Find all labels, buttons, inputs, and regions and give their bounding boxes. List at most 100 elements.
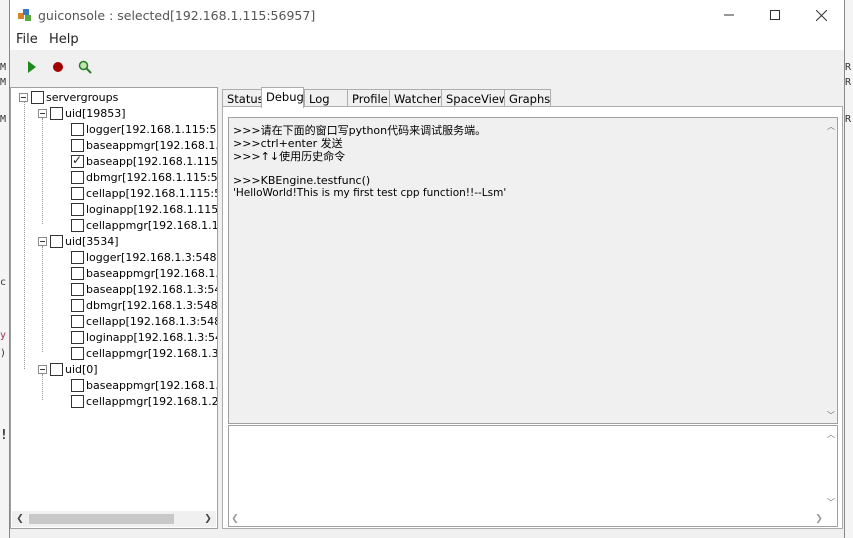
bg-char: R xyxy=(845,62,852,73)
scroll-right-icon[interactable]: ❯ xyxy=(200,511,216,527)
checkbox[interactable] xyxy=(71,394,84,408)
tab-status[interactable]: Status xyxy=(222,89,264,107)
find-button[interactable] xyxy=(77,59,93,75)
tab-debug[interactable]: Debug xyxy=(261,87,304,108)
scroll-down-icon[interactable]: ﹀ xyxy=(826,496,836,508)
tree-item[interactable]: cellapp[192.168.1.115:569 xyxy=(71,185,217,201)
tree-item-label: baseapp[192.168.1.115:56 xyxy=(86,154,218,168)
tree-item[interactable]: baseappmgr[192.168.1.3:5 xyxy=(71,265,217,281)
debug-output-console[interactable]: >>>请在下面的窗口写python代码来调试服务端。 >>>ctrl+enter… xyxy=(228,117,838,424)
checkbox[interactable] xyxy=(31,90,44,104)
checkbox[interactable] xyxy=(71,186,84,200)
scroll-right-icon[interactable]: ❯ xyxy=(813,512,825,526)
background-window-left: M M M c y ) ! xyxy=(0,0,9,538)
bg-char: ! xyxy=(0,428,8,443)
scroll-left-icon[interactable]: ❮ xyxy=(229,512,241,526)
console-line: >>>KBEngine.testfunc() xyxy=(233,174,371,187)
menu-help[interactable]: Help xyxy=(49,32,79,47)
tree-item[interactable]: baseapp[192.168.1.115:56 xyxy=(71,153,218,169)
checkbox[interactable] xyxy=(71,202,84,216)
collapse-icon[interactable] xyxy=(38,108,47,118)
bg-char: M xyxy=(0,62,7,73)
collapse-icon[interactable] xyxy=(38,236,47,246)
scroll-up-icon[interactable]: ︿ xyxy=(826,428,836,440)
bg-char: R xyxy=(845,114,852,125)
maximize-button[interactable] xyxy=(752,0,798,30)
bg-char: M xyxy=(0,77,7,88)
checkbox[interactable] xyxy=(71,314,84,328)
tree-item[interactable]: logger[192.168.1.3:54804] xyxy=(71,249,217,265)
checkbox[interactable] xyxy=(71,138,84,152)
checkbox[interactable] xyxy=(71,298,84,312)
checkbox[interactable] xyxy=(71,282,84,296)
tree-line xyxy=(42,374,43,400)
scrollbar-thumb[interactable] xyxy=(29,514,174,524)
minimize-button[interactable] xyxy=(706,0,752,30)
tree-group-uid-0[interactable]: uid[0] xyxy=(38,361,98,377)
tree-item[interactable]: dbmgr[192.168.1.3:54807] xyxy=(71,297,217,313)
tree-item[interactable]: logger[192.168.1.115:5695 xyxy=(71,121,217,137)
checkbox[interactable] xyxy=(71,330,84,344)
background-window-right: R R R xyxy=(845,0,853,538)
tree-root-label: servergroups xyxy=(46,90,119,104)
console-line: >>>↑↓使用历史命令 xyxy=(233,150,346,163)
tree-item[interactable]: loginapp[192.168.1.3:5480 xyxy=(71,329,217,345)
tree-item-label: cellappmgr[192.168.1.250: xyxy=(86,394,218,408)
checkbox[interactable] xyxy=(50,106,63,120)
collapse-icon[interactable] xyxy=(19,92,28,102)
tree-item-label: cellappmgr[192.168.1.115: xyxy=(86,218,218,232)
tab-spaceview[interactable]: SpaceView xyxy=(441,89,508,107)
tree-item[interactable]: loginapp[192.168.1.115:56 xyxy=(71,201,218,217)
tree-item[interactable]: cellapp[192.168.1.3:54808 xyxy=(71,313,217,329)
checkbox[interactable] xyxy=(50,362,63,376)
tab-log[interactable]: Log xyxy=(304,89,348,107)
tree-item[interactable]: baseappmgr[192.168.1.250 xyxy=(71,377,217,393)
scroll-left-icon[interactable]: ❮ xyxy=(12,511,28,527)
tree-item-label: logger[192.168.1.3:54804] xyxy=(86,250,217,264)
tab-graphs[interactable]: Graphs xyxy=(504,89,551,107)
title-bar[interactable]: guiconsole : selected[192.168.1.115:5695… xyxy=(10,0,844,30)
tree-horizontal-scrollbar[interactable]: ❮ ❯ xyxy=(12,511,216,527)
debug-tab-content: >>>请在下面的窗口写python代码来调试服务端。 >>>ctrl+enter… xyxy=(222,106,843,529)
tree-item[interactable]: baseappmgr[192.168.1.11 xyxy=(71,137,217,153)
checkbox-checked[interactable] xyxy=(71,153,84,168)
checkbox[interactable] xyxy=(50,234,63,248)
close-button[interactable] xyxy=(798,0,844,30)
tree-group-uid-3534[interactable]: uid[3534] xyxy=(38,233,119,249)
tree-item-label: baseappmgr[192.168.1.11 xyxy=(86,138,217,152)
tree-item-label: loginapp[192.168.1.3:5480 xyxy=(86,330,217,344)
tab-watcher[interactable]: Watcher xyxy=(389,89,442,107)
tree-line xyxy=(42,246,43,352)
tree-item[interactable]: cellappmgr[192.168.1.250: xyxy=(71,393,218,409)
menu-file[interactable]: File xyxy=(16,32,38,47)
bg-char: c xyxy=(0,277,7,288)
checkbox[interactable] xyxy=(71,170,84,184)
tree-root[interactable]: servergroups xyxy=(19,89,118,105)
scroll-down-icon[interactable]: ﹀ xyxy=(826,409,836,421)
tree-item-label: logger[192.168.1.115:5695 xyxy=(86,122,217,136)
command-input[interactable]: ︿ ﹀ ❮ ❯ xyxy=(228,425,838,527)
tree-group-label: uid[0] xyxy=(65,362,98,376)
checkbox[interactable] xyxy=(71,346,84,360)
tree-item[interactable]: cellappmgr[192.168.1.3:54 xyxy=(71,345,217,361)
checkbox[interactable] xyxy=(71,378,84,392)
play-icon xyxy=(28,61,36,73)
checkbox[interactable] xyxy=(71,122,84,136)
tree-group-uid-19853[interactable]: uid[19853] xyxy=(38,105,126,121)
scroll-up-icon[interactable]: ︿ xyxy=(826,120,836,132)
server-tree[interactable]: servergroups uid[19853] logger[192.168.1… xyxy=(10,87,218,529)
checkbox[interactable] xyxy=(71,266,84,280)
start-button[interactable] xyxy=(24,59,40,75)
stop-button[interactable] xyxy=(50,59,66,75)
collapse-icon[interactable] xyxy=(38,364,47,374)
tree-item[interactable]: baseapp[192.168.1.3:5480 xyxy=(71,281,217,297)
tab-profile[interactable]: Profile xyxy=(347,89,390,107)
tree-item-label: loginapp[192.168.1.115:56 xyxy=(86,202,218,216)
checkbox[interactable] xyxy=(71,250,84,264)
tree-item[interactable]: dbmgr[192.168.1.115:5695 xyxy=(71,169,218,185)
tree-item[interactable]: cellappmgr[192.168.1.115: xyxy=(71,217,218,233)
checkbox[interactable] xyxy=(71,218,84,232)
tree-line xyxy=(42,118,43,224)
tree-item-label: cellapp[192.168.1.115:569 xyxy=(86,186,217,200)
tree-item-label: dbmgr[192.168.1.115:5695 xyxy=(86,170,218,184)
